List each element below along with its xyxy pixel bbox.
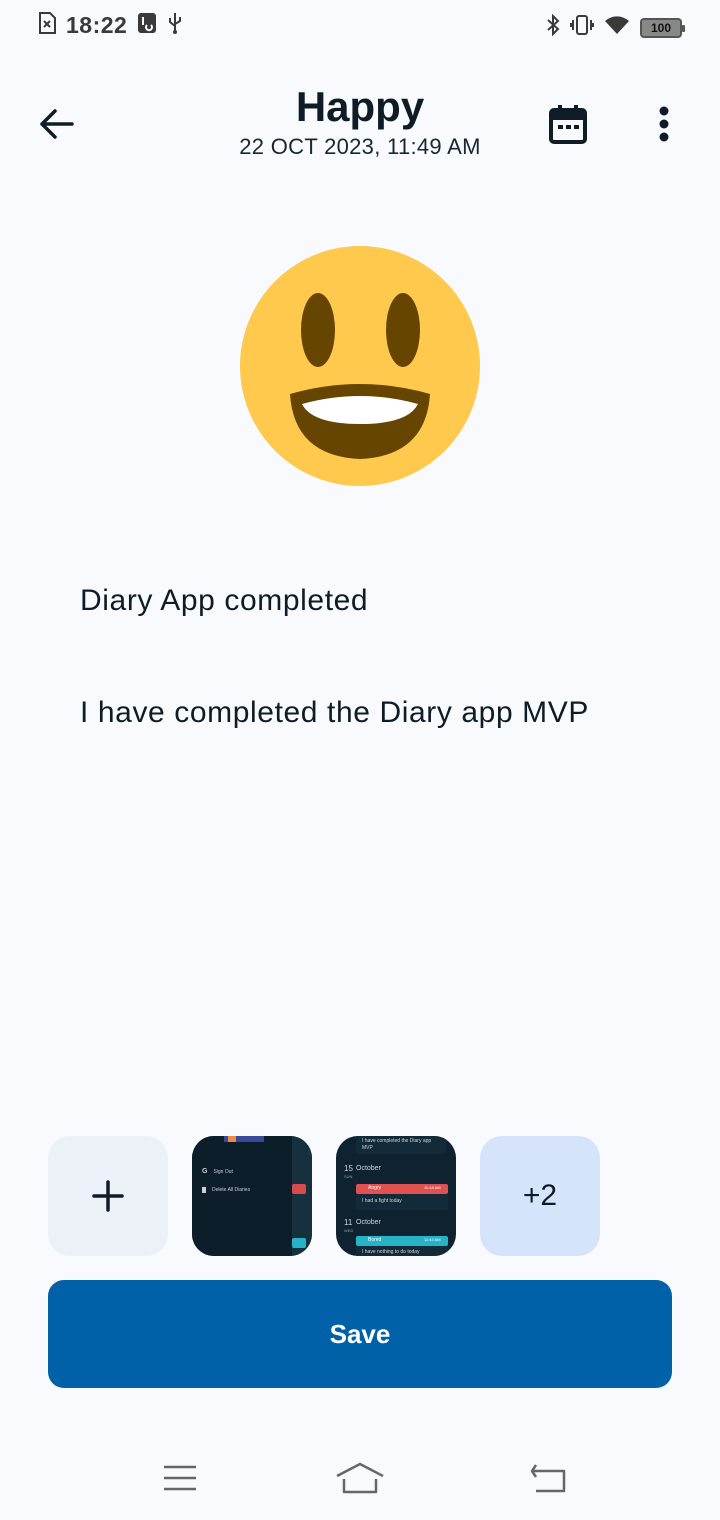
status-right: 100 [546, 13, 685, 41]
nav-back-button[interactable] [518, 1454, 578, 1502]
thumb-day2-week: WED [344, 1228, 354, 1233]
thumb-day2: 11 [344, 1218, 353, 1227]
sim-off-icon [38, 12, 56, 39]
wifi-icon [604, 15, 630, 40]
add-image-button[interactable] [48, 1136, 168, 1256]
thumb-line-2: MVP [362, 1145, 373, 1151]
status-bar: 18:22 100 [0, 0, 720, 58]
bluetooth-icon [546, 13, 560, 41]
trash-icon [202, 1187, 206, 1193]
recent-apps-button[interactable] [150, 1454, 210, 1502]
thumb-day1-week: SUN [344, 1174, 353, 1179]
delete-all-item: Delete All Diaries [212, 1187, 251, 1193]
thumb-day1-month: October [356, 1165, 381, 1172]
page-title: Happy [295, 83, 425, 130]
usb-debug-icon [137, 12, 157, 39]
google-icon: G [202, 1168, 208, 1175]
happy-emoji-icon[interactable] [240, 246, 480, 486]
thumb-time2: 11:43 AM [424, 1237, 441, 1242]
date-picker-button[interactable] [540, 96, 596, 152]
gallery-image-2[interactable]: I have completed the Diary app MVP 15 SU… [336, 1136, 456, 1256]
thumb-text1: I had a fight today [362, 1198, 402, 1204]
thumb-day1: 15 [344, 1164, 353, 1173]
thumb-time1: 11:48 AM [424, 1185, 441, 1190]
sign-out-item: Sign Out [213, 1168, 233, 1175]
thumb-mood1: Angry [368, 1185, 382, 1191]
more-options-button[interactable] [636, 96, 692, 152]
top-app-bar: Happy 22 OCT 2023, 11:49 AM [0, 78, 720, 168]
plus-icon [92, 1180, 124, 1212]
status-left: 18:22 [38, 12, 183, 39]
home-icon [336, 1462, 384, 1494]
image-gallery: G Sign Out Delete All Diaries I have com… [48, 1136, 672, 1256]
usb-icon [167, 12, 183, 39]
back-icon [530, 1464, 566, 1493]
thumb-day2-month: October [356, 1219, 381, 1226]
more-vert-icon [659, 106, 669, 142]
thumb-mood2: Bored [368, 1237, 382, 1243]
vibrate-icon [570, 14, 594, 41]
home-button[interactable] [330, 1454, 390, 1502]
gallery-image-1[interactable]: G Sign Out Delete All Diaries [192, 1136, 312, 1256]
thumb-text2: I have nothing to do today [362, 1249, 420, 1255]
battery-icon: 100 [640, 17, 685, 38]
entry-date: 22 OCT 2023, 11:49 AM [239, 134, 481, 159]
thumb-line-1: I have completed the Diary app [362, 1138, 432, 1144]
system-nav-bar [0, 1440, 720, 1520]
title-block: Happy 22 OCT 2023, 11:49 AM [0, 84, 720, 160]
more-images-button[interactable]: +2 [480, 1136, 600, 1256]
entry-body-field[interactable]: I have completed the Diary app MVP [80, 696, 589, 730]
save-button[interactable]: Save [48, 1280, 672, 1388]
calendar-icon [549, 105, 587, 144]
entry-title-field[interactable]: Diary App completed [80, 584, 368, 618]
menu-icon [164, 1465, 196, 1491]
status-time: 18:22 [66, 12, 128, 38]
